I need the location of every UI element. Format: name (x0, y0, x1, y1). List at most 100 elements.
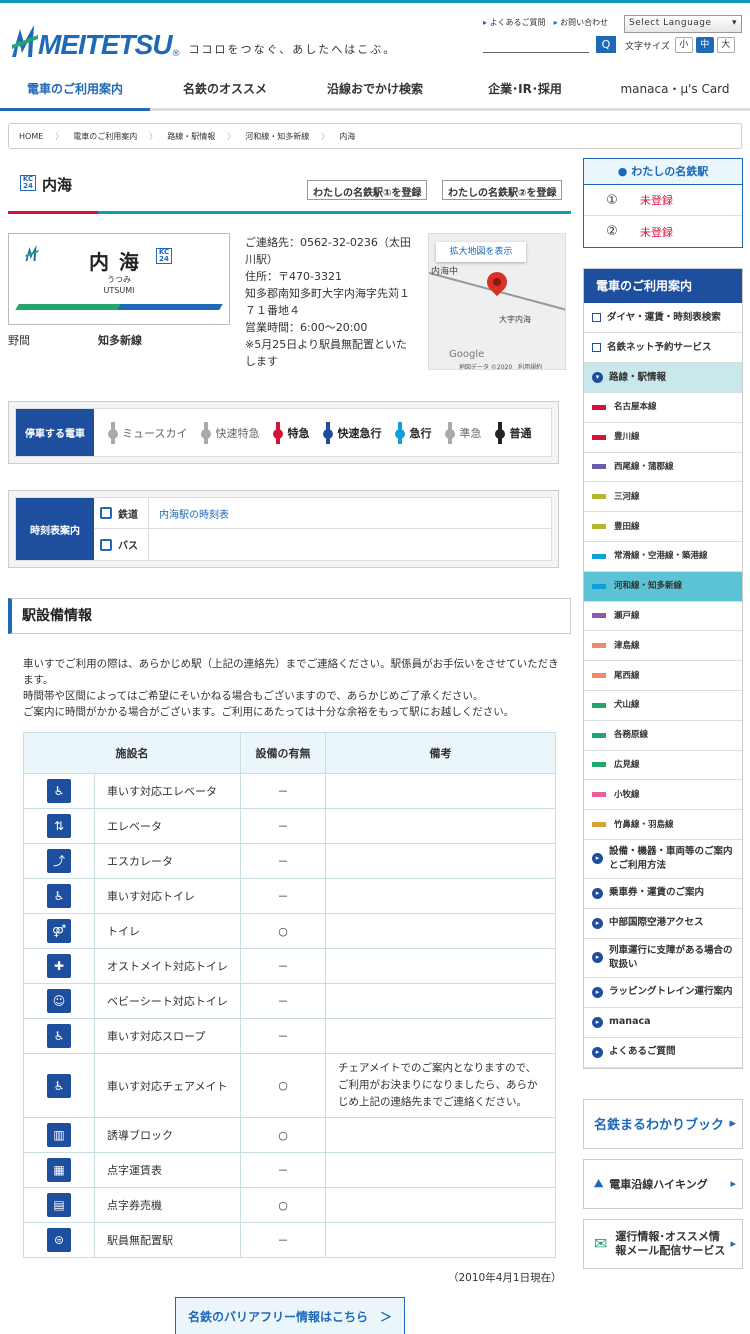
facility-remarks (325, 948, 556, 984)
wheelchair-toilet-icon: ♿ (47, 884, 71, 908)
marugoto-book-banner[interactable]: 名鉄まるわかりブック (583, 1098, 743, 1149)
external-link-icon (592, 343, 601, 352)
my-station-box: ● わたしの名鉄駅 ① 未登録 ② 未登録 (583, 158, 743, 248)
station-sign: 内海 KC 24 うつみ UTSUMI (8, 233, 230, 325)
table-row: ⚤ トイレ ○ (23, 913, 556, 949)
side-nav-item[interactable]: 西尾線・蒲郡線 (584, 453, 742, 483)
table-row: ⇅ エレベータ－ (23, 808, 556, 844)
side-nav-item[interactable]: 津島線 (584, 631, 742, 662)
search-button[interactable]: Q (596, 36, 616, 53)
side-nav-label: 広見線 (614, 759, 640, 770)
side-nav-item[interactable]: 各務原線 (584, 721, 742, 751)
side-nav-item[interactable]: ▸ 乗車券・運賃のご案内 (584, 879, 742, 909)
table-row: ♿ 車いす対応チェアメイト ○ チェアメイトでのご案内となりますので、ご利用がお決まり… (23, 1053, 556, 1118)
address: 知多郡南知多町大字内海字先苅１７１番地４ (245, 287, 410, 317)
register-station-1-button[interactable]: わたしの名鉄駅①を登録 (307, 180, 428, 200)
faq-link[interactable]: よくあるご質問 (483, 17, 546, 28)
stop-marker-icon (108, 421, 118, 444)
gnav-train-guide[interactable]: 電車のご利用案内 (0, 67, 150, 111)
train-type-item: 急行 (395, 421, 431, 444)
side-nav-item[interactable]: ▾ 路線・駅情報 (584, 363, 742, 393)
font-size-large-button[interactable]: 大 (716, 37, 735, 53)
line-color-icon (592, 464, 606, 470)
side-nav-item[interactable]: 名古屋本線 (584, 393, 742, 423)
facility-availability: － (240, 1018, 326, 1054)
google-logo: Google (449, 349, 485, 360)
side-nav-label: 名古屋本線 (614, 402, 657, 413)
side-nav-item[interactable]: 常滑線・空港線・築港線 (584, 542, 742, 572)
chevron-right-icon: ▸ (592, 917, 603, 929)
gnav-recommend[interactable]: 名鉄のオススメ (150, 67, 300, 108)
breadcrumb-train-guide[interactable]: 電車のご利用案内 (73, 131, 137, 142)
side-nav-item[interactable]: 尾西線 (584, 661, 742, 691)
my-station-number: ② (606, 224, 618, 239)
side-nav-label: ラッピングトレイン運行案内 (609, 986, 733, 998)
train-type-label: ミュースカイ (122, 426, 188, 440)
side-nav-item[interactable]: 広見線 (584, 751, 742, 781)
side-nav-label: ダイヤ・運賃・時刻表検索 (607, 311, 721, 323)
train-type-item: 快速特急 (201, 421, 259, 444)
breadcrumb-home[interactable]: HOME (19, 132, 43, 141)
train-type-label: 普通 (509, 426, 532, 440)
logo-mark-icon (12, 25, 38, 57)
side-nav-item[interactable]: 豊川線 (584, 423, 742, 453)
font-size-medium-button[interactable]: 中 (695, 37, 714, 53)
side-nav-item[interactable]: 豊田線 (584, 512, 742, 542)
breadcrumb-line[interactable]: 河和線・知多新線 (245, 131, 309, 142)
note-line: 時間帯や区間によってはご希望にそいかねる場合もございますので、あらかじめご了承く… (23, 690, 484, 702)
map-attribution[interactable]: 地図データ ©2020 利用規約 (459, 362, 542, 369)
side-nav-item[interactable]: 竹鼻線・羽島線 (584, 810, 742, 840)
side-nav-item[interactable]: ▸ よくあるご質問 (584, 1038, 742, 1068)
hiking-banner[interactable]: ⛰ 電車沿線ハイキング (583, 1158, 743, 1209)
barrier-free-info-button[interactable]: 名鉄のバリアフリー情報はこちら ＞ (175, 1297, 405, 1334)
facility-name: トイレ (94, 913, 241, 949)
line-color-icon (592, 702, 606, 708)
side-nav-item[interactable]: ▸ 中部国際空港アクセス (584, 909, 742, 939)
facility-availability: － (240, 843, 326, 879)
col-facility: 施設名 (23, 732, 241, 774)
my-station-row[interactable]: ② 未登録 (584, 216, 742, 247)
register-station-2-button[interactable]: わたしの名鉄駅②を登録 (442, 180, 563, 200)
mail-service-banner[interactable]: ✉ 運行情報･オススメ情報メール配信サービス (583, 1218, 743, 1269)
language-select[interactable]: Select Language ▾ (624, 15, 742, 33)
side-nav-item[interactable]: 三河線 (584, 482, 742, 513)
facility-name: 駅員無配置駅 (94, 1222, 241, 1258)
station-map[interactable]: 内海中 大字内海 拡大地図を表示 Google 地図データ ©2020 利用規約 (428, 233, 566, 370)
line-color-icon (592, 583, 606, 589)
search-input[interactable] (483, 36, 589, 53)
side-nav-item[interactable]: ▸ 設備・機器・車両等のご案内とご利用方法 (584, 840, 742, 879)
side-nav-label: 各務原線 (614, 730, 649, 741)
side-nav-item[interactable]: 瀬戸線 (584, 602, 742, 632)
enlarge-map-button[interactable]: 拡大地図を表示 (436, 242, 526, 262)
gnav-manaca[interactable]: manaca・μ's Card (600, 67, 750, 108)
search-icon: Q (601, 38, 611, 51)
gnav-corporate[interactable]: 企業･IR･採用 (450, 67, 600, 108)
side-nav-label: 名鉄ネット予約サービス (607, 341, 712, 353)
badge-number: 24 (23, 182, 33, 190)
gnav-outing-search[interactable]: 沿線おでかけ検索 (300, 67, 450, 108)
bus-icon (100, 538, 112, 551)
side-nav-item[interactable]: 河和線・知多新線 (584, 571, 742, 602)
table-row: ⊜ 駅員無配置駅－ (23, 1222, 556, 1258)
meitetsu-logo[interactable]: MEITETSU ® ココロをつなぐ、あしたへはこぶ。 (10, 23, 396, 59)
line-color-icon (592, 762, 606, 768)
chevron-right-icon: ▸ (592, 952, 603, 964)
side-nav-item[interactable]: ダイヤ・運賃・時刻表検索 (584, 303, 742, 333)
side-nav-item[interactable]: 小牧線 (584, 780, 742, 811)
train-type-list: ミュースカイ 快速特急 特急 快速急行 急行 準急 普通 (94, 421, 532, 444)
rail-timetable-link[interactable]: 内海駅の時刻表 (149, 506, 229, 521)
my-station-row[interactable]: ① 未登録 (584, 185, 742, 216)
chevron-right-icon: ▸ (592, 887, 603, 899)
adjacent-station-link[interactable]: 野間 (8, 332, 30, 348)
side-nav-item[interactable]: 名鉄ネット予約サービス (584, 333, 742, 363)
side-nav-item[interactable]: ▸ 列車運行に支障がある場合の取扱い (584, 939, 742, 978)
col-availability: 設備の有無 (240, 732, 326, 774)
side-nav-item[interactable]: ▸ ラッピングトレイン運行案内 (584, 978, 742, 1008)
breadcrumb-lines[interactable]: 路線・駅情報 (167, 131, 215, 142)
side-nav-item[interactable]: ▸ manaca (584, 1008, 742, 1038)
font-size-small-button[interactable]: 小 (674, 37, 693, 53)
contact-link[interactable]: お問い合わせ (554, 17, 608, 28)
side-nav-item[interactable]: 犬山線 (584, 691, 742, 721)
side-nav-label: 犬山線 (614, 700, 640, 711)
train-type-item: ミュースカイ (108, 421, 188, 444)
